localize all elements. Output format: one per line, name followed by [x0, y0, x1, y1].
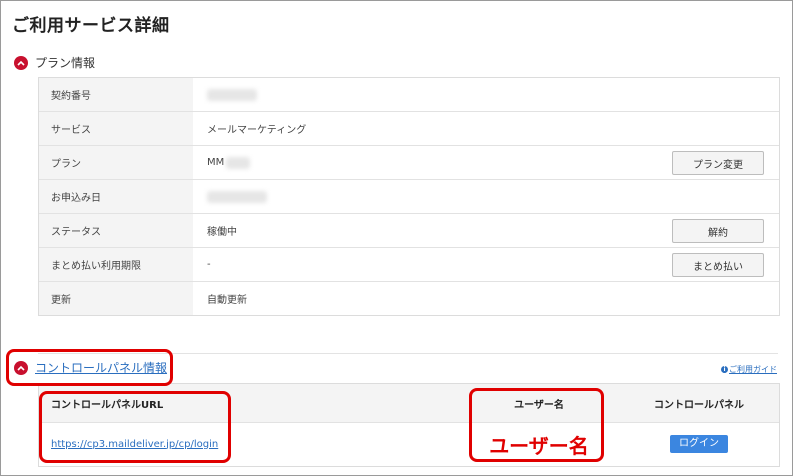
annotation-box-username	[469, 388, 604, 462]
row-value-container: MM プラン変更	[193, 146, 779, 179]
bulk-payment-button[interactable]: まとめ払い	[672, 253, 764, 277]
row-label: サービス	[39, 112, 193, 145]
row-status: ステータス 稼働中 解約	[39, 214, 779, 248]
login-button[interactable]: ログイン	[670, 435, 728, 453]
usage-guide-label: ご利用ガイド	[729, 365, 777, 374]
page-title: ご利用サービス詳細	[12, 16, 170, 36]
cancel-contract-button[interactable]: 解約	[672, 219, 764, 243]
row-value-container: 稼働中 解約	[193, 214, 779, 247]
annotation-box-url	[39, 391, 231, 463]
row-label: 契約番号	[39, 78, 193, 111]
usage-guide-link[interactable]: i ご利用ガイド	[721, 364, 777, 375]
row-value: MM	[207, 157, 225, 168]
row-application-date: お申込み日	[39, 180, 779, 214]
plan-info-table: 契約番号 サービス メールマーケティング プラン MM プラン変更 お申込み日 …	[38, 77, 780, 316]
plan-change-button[interactable]: プラン変更	[672, 151, 764, 175]
row-value: 自動更新	[207, 295, 247, 306]
row-value-container: - まとめ払い	[193, 248, 779, 281]
row-plan: プラン MM プラン変更	[39, 146, 779, 180]
row-service: サービス メールマーケティング	[39, 112, 779, 146]
row-label: お申込み日	[39, 180, 193, 213]
row-label: ステータス	[39, 214, 193, 247]
row-value: メールマーケティング	[207, 125, 307, 136]
row-value-blurred	[193, 78, 779, 111]
plan-section-title: プラン情報	[35, 56, 96, 70]
row-value-blurred	[193, 180, 779, 213]
row-label: プラン	[39, 146, 193, 179]
info-icon: i	[721, 366, 728, 373]
chevron-up-icon	[14, 55, 28, 70]
header-control-panel: コントロールパネル	[654, 399, 744, 411]
plan-section-toggle[interactable]: プラン情報	[14, 54, 95, 71]
row-label: 更新	[39, 282, 193, 315]
row-value: -	[207, 259, 211, 270]
row-contract-number: 契約番号	[39, 78, 779, 112]
row-renewal: 更新 自動更新	[39, 282, 779, 315]
row-label: まとめ払い利用期限	[39, 248, 193, 281]
row-bulk-payment-deadline: まとめ払い利用期限 - まとめ払い	[39, 248, 779, 282]
annotation-box-section-title	[6, 349, 173, 386]
row-value: 稼働中	[207, 227, 237, 238]
